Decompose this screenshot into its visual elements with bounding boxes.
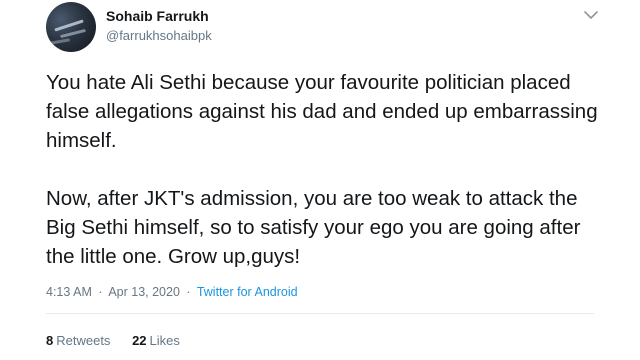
likes-label: Likes [149,333,180,348]
tweet-text: You hate Ali Sethi because your favourit… [46,68,606,271]
tweet-date[interactable]: Apr 13, 2020 [108,285,180,299]
author-display-name[interactable]: Sohaib Farrukh [106,8,212,24]
divider [46,313,594,314]
likes-stat[interactable]: 22 Likes [132,333,180,348]
author-handle[interactable]: @farrukhsohaibpk [106,28,212,43]
chevron-down-icon[interactable] [584,10,598,20]
meta-separator: · [98,285,103,299]
tweet-metadata: 4:13 AM · Apr 13, 2020 · Twitter for And… [46,285,298,299]
likes-count: 22 [132,333,147,348]
meta-separator: · [186,285,191,299]
retweets-label: Retweets [56,333,111,348]
tweet-paragraph: Now, after JKT's admission, you are too … [46,187,581,268]
tweet-card: Sohaib Farrukh @farrukhsohaibpk You hate… [0,0,640,360]
retweets-stat[interactable]: 8 Retweets [46,333,110,348]
tweet-paragraph: You hate Ali Sethi because your favourit… [46,71,598,152]
author-info: Sohaib Farrukh @farrukhsohaibpk [106,8,212,43]
tweet-source-link[interactable]: Twitter for Android [197,285,298,299]
engagement-stats: 8 Retweets 22 Likes [46,333,198,348]
avatar[interactable] [46,2,96,52]
tweet-time[interactable]: 4:13 AM [46,285,92,299]
retweets-count: 8 [46,333,54,348]
